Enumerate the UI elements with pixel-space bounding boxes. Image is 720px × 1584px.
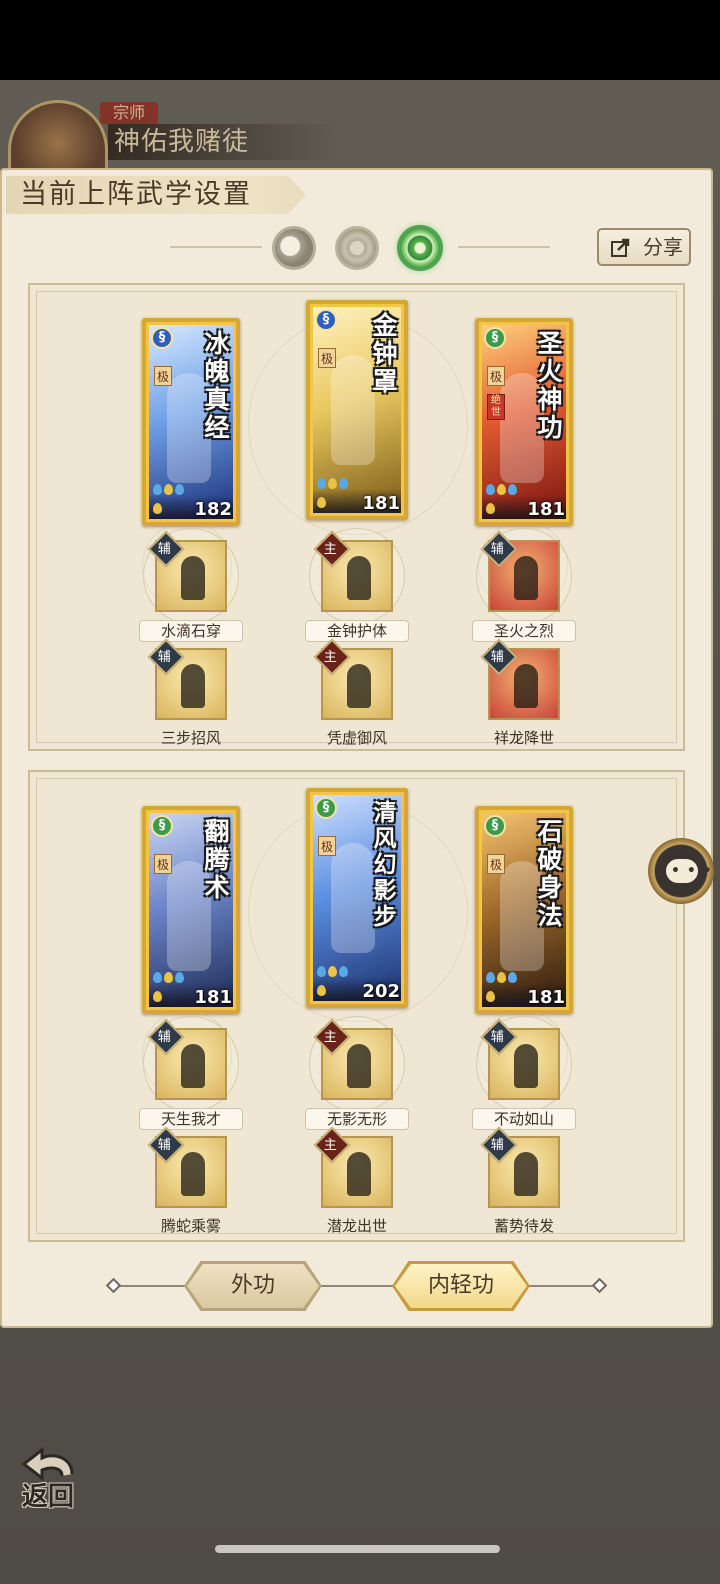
energy-drops-icon xyxy=(485,480,521,518)
skill-name-label: 凭虚御风 xyxy=(326,729,387,747)
chat-button[interactable]: • • • xyxy=(648,838,714,904)
skill-figure xyxy=(347,1044,371,1088)
skill-name-label: 三步招风 xyxy=(160,729,221,747)
card-power-value: 181 xyxy=(194,987,232,1008)
skill-icon[interactable]: 辅 xyxy=(480,1018,560,1100)
skill-name-label: 蓄势待发 xyxy=(493,1217,554,1235)
skill-figure xyxy=(514,1044,538,1088)
skill-figure xyxy=(514,1152,538,1196)
card-rank-badge: 极 xyxy=(154,366,172,386)
energy-drops-icon xyxy=(316,474,352,512)
skill-figure xyxy=(347,556,371,600)
card-title: 石破身法 xyxy=(537,817,563,930)
status-bar xyxy=(0,0,720,80)
mode-divider-left xyxy=(170,246,262,248)
character-silhouette xyxy=(331,355,375,465)
skill-icon[interactable]: 辅 xyxy=(147,1126,227,1208)
panel-title: 当前上阵武学设置 xyxy=(20,179,252,210)
skill-icon[interactable]: 辅 xyxy=(480,638,560,720)
skill-icon[interactable]: 辅 xyxy=(147,530,227,612)
character-silhouette xyxy=(331,843,375,953)
skill-name-label: 天生我才 xyxy=(139,1108,243,1130)
card-title: 翻腾术 xyxy=(204,817,230,902)
card-rank-badge: 极 xyxy=(487,854,505,874)
home-indicator[interactable] xyxy=(215,1545,500,1553)
skill-icon[interactable]: 主 xyxy=(313,530,393,612)
card-title: 圣火神功 xyxy=(537,329,563,442)
skill-figure xyxy=(181,556,205,600)
card-rank-badge: 极 xyxy=(318,348,336,368)
player-name: 神佑我赌徒 xyxy=(108,124,338,160)
skill-icon[interactable]: 辅 xyxy=(480,530,560,612)
martial-art-card[interactable]: § 极绝世 圣火神功 181 xyxy=(475,318,573,526)
card-power-value: 181 xyxy=(527,987,565,1008)
tab-line-left xyxy=(116,1285,192,1287)
skill-icon[interactable]: 辅 xyxy=(147,638,227,720)
blue-swirl-icon: § xyxy=(151,327,173,349)
card-rank-badge: 极 xyxy=(318,836,336,856)
card-rank-badge: 极 xyxy=(487,366,505,386)
card-power-value: 202 xyxy=(362,981,400,1002)
tab-line-middle xyxy=(312,1285,400,1287)
martial-art-card[interactable]: § 极 石破身法 181 xyxy=(475,806,573,1014)
card-power-value: 181 xyxy=(527,499,565,520)
energy-drops-icon xyxy=(152,480,188,518)
tab-outer-skills[interactable]: 外功 xyxy=(187,1264,319,1308)
martial-art-card[interactable]: § 极 金钟罩 181 xyxy=(306,300,408,520)
tab-line-right xyxy=(520,1285,600,1287)
card-power-value: 181 xyxy=(362,493,400,514)
skill-icon[interactable]: 辅 xyxy=(480,1126,560,1208)
skill-figure xyxy=(181,1152,205,1196)
card-rank-badge: 极 xyxy=(154,854,172,874)
skill-figure xyxy=(181,664,205,708)
skill-figure xyxy=(514,664,538,708)
back-button-label[interactable]: 返回 xyxy=(22,1476,74,1513)
skill-figure xyxy=(514,556,538,600)
green-swirl-icon: § xyxy=(484,815,506,837)
card-power-value: 182 xyxy=(194,499,232,520)
card-peerless-badge: 绝世 xyxy=(487,394,505,420)
skill-figure xyxy=(347,664,371,708)
energy-drops-icon xyxy=(152,968,188,1006)
player-rank-tag: 宗师 xyxy=(100,102,158,124)
moon-mode-icon[interactable] xyxy=(272,226,316,270)
share-icon xyxy=(611,238,630,257)
skill-name-label: 潜龙出世 xyxy=(326,1217,387,1235)
energy-drops-icon xyxy=(316,962,352,1000)
sun-mode-icon[interactable] xyxy=(335,226,379,270)
skill-icon[interactable]: 辅 xyxy=(147,1018,227,1100)
skill-name-label: 不动如山 xyxy=(472,1108,576,1130)
mode-divider-right xyxy=(458,246,550,248)
green-swirl-icon: § xyxy=(484,327,506,349)
skill-name-label: 腾蛇乘雾 xyxy=(160,1217,221,1235)
card-title: 清风幻影步 xyxy=(373,799,397,930)
blue-swirl-icon: § xyxy=(315,309,337,331)
green-swirl-icon: § xyxy=(151,815,173,837)
card-title: 冰魄真经 xyxy=(204,329,230,442)
green-swirl-icon: § xyxy=(315,797,337,819)
skill-name-label: 无影无形 xyxy=(305,1108,409,1130)
jade-mode-icon[interactable] xyxy=(397,225,443,271)
energy-drops-icon xyxy=(485,968,521,1006)
skill-icon[interactable]: 主 xyxy=(313,638,393,720)
tab-inner-skills[interactable]: 内轻功 xyxy=(395,1264,527,1308)
skill-icon[interactable]: 主 xyxy=(313,1126,393,1208)
martial-art-card[interactable]: § 极 冰魄真经 182 xyxy=(142,318,240,526)
martial-art-card[interactable]: § 极 翻腾术 181 xyxy=(142,806,240,1014)
skill-figure xyxy=(347,1152,371,1196)
skill-name-label: 水滴石穿 xyxy=(139,620,243,642)
skill-name-label: 祥龙降世 xyxy=(493,729,554,747)
skill-name-label: 金钟护体 xyxy=(305,620,409,642)
martial-art-card[interactable]: § 极 清风幻影步 202 xyxy=(306,788,408,1008)
card-title: 金钟罩 xyxy=(372,311,398,396)
skill-name-label: 圣火之烈 xyxy=(472,620,576,642)
skill-figure xyxy=(181,1044,205,1088)
skill-icon[interactable]: 主 xyxy=(313,1018,393,1100)
